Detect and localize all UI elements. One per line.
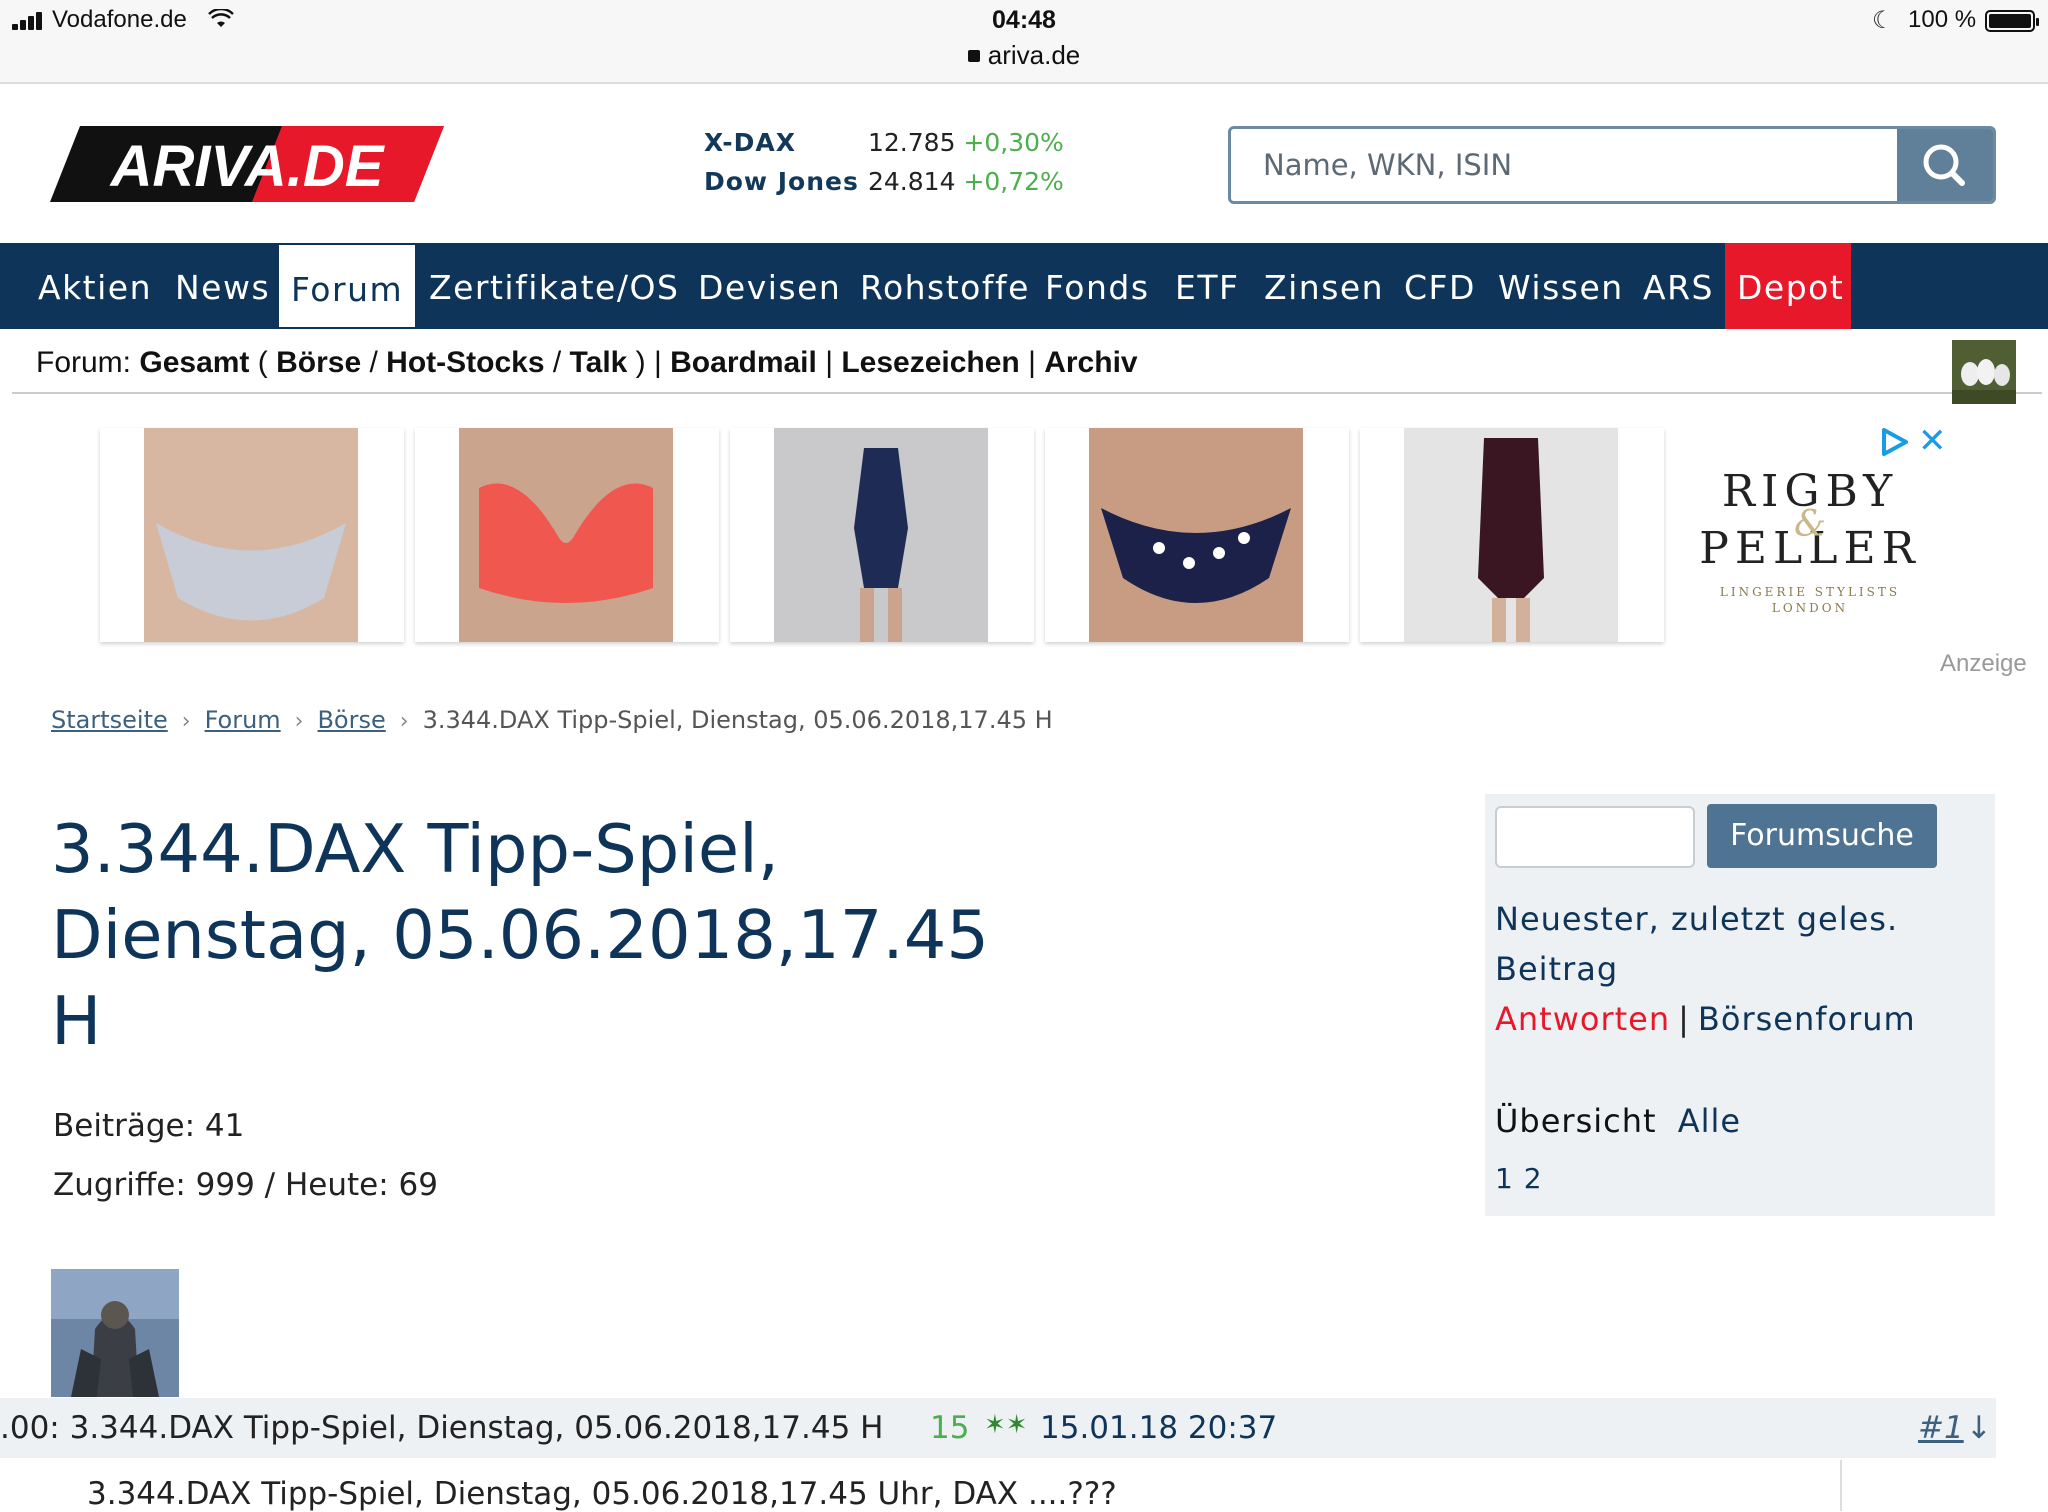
battery-icon bbox=[1985, 10, 2039, 32]
forum-link-borse[interactable]: Börse bbox=[276, 346, 361, 379]
search-input[interactable] bbox=[1231, 129, 1899, 201]
nav-devisen[interactable]: Devisen bbox=[698, 243, 841, 329]
nav-forum[interactable]: Forum bbox=[279, 245, 415, 327]
breadcrumb-startseite[interactable]: Startseite bbox=[51, 706, 168, 734]
nav-zertifikate[interactable]: Zertifikate/OS bbox=[429, 243, 679, 329]
divider bbox=[1840, 1460, 1842, 1511]
forum-link-boardmail[interactable]: Boardmail bbox=[670, 346, 817, 379]
ad-product-4[interactable] bbox=[1045, 428, 1349, 642]
post-body: 3.344.DAX Tipp-Spiel, Dienstag, 05.06.20… bbox=[87, 1476, 1117, 1512]
breadcrumb-forum[interactable]: Forum bbox=[205, 706, 281, 734]
url-text: ariva.de bbox=[987, 40, 1081, 70]
nav-etf[interactable]: ETF bbox=[1175, 243, 1240, 329]
posts-count: Beiträge: 41 bbox=[53, 1108, 245, 1144]
overview-row: Übersicht Alle bbox=[1495, 1102, 1741, 1140]
forum-link-talk[interactable]: Talk bbox=[570, 346, 628, 379]
search-icon bbox=[1923, 144, 1965, 186]
ticker-xdax-value: 12.785 +0,30% bbox=[868, 128, 1064, 157]
forum-link-lesezeichen[interactable]: Lesezeichen bbox=[841, 346, 1019, 379]
nav-ars[interactable]: ARS bbox=[1643, 243, 1714, 329]
nav-rohstoffe[interactable]: Rohstoffe bbox=[860, 243, 1030, 329]
page-link-2[interactable]: 2 bbox=[1524, 1162, 1543, 1195]
ad-choices-icon[interactable] bbox=[1878, 426, 1910, 458]
ad-product-3[interactable] bbox=[730, 428, 1034, 642]
star-count: 15 bbox=[930, 1410, 970, 1446]
nav-fonds[interactable]: Fonds bbox=[1045, 243, 1150, 329]
post-date: 15.01.18 20:37 bbox=[1040, 1410, 1278, 1446]
forum-subnav: Forum: Gesamt ( Börse / Hot-Stocks / Tal… bbox=[12, 338, 2042, 394]
nav-zinsen[interactable]: Zinsen bbox=[1264, 243, 1384, 329]
ad-brand-logo[interactable]: RIGBY & PELLER LINGERIE STYLISTS LONDON bbox=[1690, 466, 1930, 616]
overview-label: Übersicht bbox=[1495, 1102, 1657, 1140]
forum-link-gesamt[interactable]: Gesamt bbox=[139, 346, 249, 379]
ad-product-5[interactable] bbox=[1360, 428, 1664, 642]
breadcrumb-borse[interactable]: Börse bbox=[317, 706, 385, 734]
ad-label: Anzeige bbox=[1940, 650, 2027, 677]
lock-icon bbox=[967, 50, 980, 62]
page-link-1[interactable]: 1 bbox=[1495, 1162, 1514, 1195]
link-antworten[interactable]: Antworten bbox=[1495, 1000, 1670, 1038]
page-title: 3.344.DAX Tipp-Spiel, Dienstag, 05.06.20… bbox=[51, 810, 989, 1060]
ticker-dowjones[interactable]: Dow Jones bbox=[704, 167, 859, 196]
ariva-logo[interactable]: ARIVA.DE bbox=[50, 124, 444, 204]
ticker-change: +0,30% bbox=[963, 128, 1064, 157]
ticker-name: Dow Jones bbox=[704, 167, 859, 196]
forum-search-input[interactable] bbox=[1495, 806, 1695, 868]
battery-percent: 100 % bbox=[1908, 6, 1977, 33]
forum-link-archiv[interactable]: Archiv bbox=[1044, 346, 1137, 379]
post-author-avatar[interactable] bbox=[51, 1269, 179, 1397]
link-borsenforum[interactable]: Börsenforum bbox=[1698, 1000, 1916, 1038]
ticker-change: +0,72% bbox=[963, 167, 1064, 196]
url-bar[interactable]: ariva.de bbox=[0, 40, 2048, 71]
chevron-right-icon: › bbox=[399, 709, 409, 734]
nav-depot[interactable]: Depot bbox=[1725, 243, 1851, 329]
forum-search-button[interactable]: Forumsuche bbox=[1707, 804, 1937, 868]
main-nav: Aktien News Forum Zertifikate/OS Devisen… bbox=[0, 243, 2048, 329]
forum-prefix: Forum: bbox=[36, 346, 132, 379]
post-subject: .00: 3.344.DAX Tipp-Spiel, Dienstag, 05.… bbox=[0, 1410, 884, 1446]
ad-product-1[interactable] bbox=[100, 428, 404, 642]
search-button[interactable] bbox=[1897, 129, 1993, 201]
user-avatar[interactable] bbox=[1952, 340, 2016, 404]
logo-text: ARIVA.DE bbox=[109, 134, 386, 199]
arrow-down-icon[interactable]: ↓ bbox=[1966, 1410, 1992, 1446]
views-count: Zugriffe: 999 / Heute: 69 bbox=[53, 1167, 438, 1203]
link-beitrag[interactable]: Beitrag bbox=[1495, 950, 1618, 988]
link-newest-read[interactable]: Neuester, zuletzt geles. bbox=[1495, 900, 1898, 938]
ios-status-bar: Vodafone.de 04:48 ariva.de ☾ 100 % bbox=[0, 0, 2048, 84]
breadcrumb-current: 3.344.DAX Tipp-Spiel, Dienstag, 05.06.20… bbox=[422, 706, 1053, 734]
nav-cfd[interactable]: CFD bbox=[1404, 243, 1476, 329]
nav-wissen[interactable]: Wissen bbox=[1498, 243, 1624, 329]
overview-all-link[interactable]: Alle bbox=[1678, 1102, 1741, 1140]
clock: 04:48 bbox=[992, 6, 1056, 34]
stars-icon[interactable]: ✶✶ bbox=[984, 1410, 1028, 1440]
ad-product-2[interactable] bbox=[415, 428, 719, 642]
nav-news[interactable]: News bbox=[175, 243, 270, 329]
forum-link-hot-stocks[interactable]: Hot-Stocks bbox=[386, 346, 544, 379]
close-icon[interactable]: ✕ bbox=[1918, 424, 1947, 458]
post-number-link[interactable]: #1 bbox=[1918, 1410, 1964, 1446]
ticker-xdax[interactable]: X-DAX bbox=[704, 128, 796, 157]
chevron-right-icon: › bbox=[294, 709, 304, 734]
sidebar-links-row: Antworten | Börsenforum bbox=[1495, 1000, 1916, 1038]
ticker-dowjones-value: 24.814 +0,72% bbox=[868, 167, 1064, 196]
post-header: .00: 3.344.DAX Tipp-Spiel, Dienstag, 05.… bbox=[0, 1398, 1996, 1458]
nav-aktien[interactable]: Aktien bbox=[38, 243, 152, 329]
moon-icon: ☾ bbox=[1872, 7, 1894, 34]
search-box bbox=[1228, 126, 1996, 204]
ticker-name: X-DAX bbox=[704, 128, 796, 157]
chevron-right-icon: › bbox=[181, 709, 191, 734]
forum-sidebar: Forumsuche Neuester, zuletzt geles. Beit… bbox=[1485, 794, 1995, 1216]
pagination: 1 2 bbox=[1495, 1162, 1543, 1195]
breadcrumb: Startseite › Forum › Börse › 3.344.DAX Tipp-Sp… bbox=[51, 706, 1053, 734]
